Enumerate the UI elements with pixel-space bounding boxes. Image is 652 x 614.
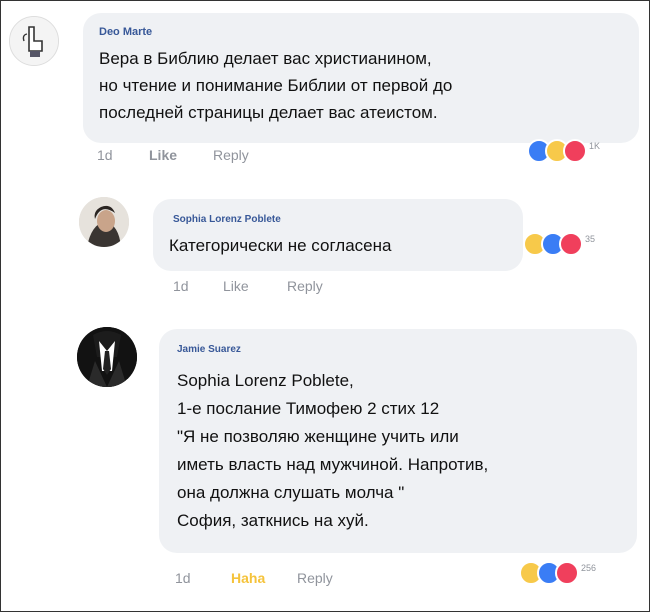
avatar[interactable]: [9, 16, 59, 66]
comment-author[interactable]: Jamie Suarez: [177, 344, 241, 355]
comment-time[interactable]: 1d: [175, 570, 191, 586]
reaction-count: 256: [581, 563, 597, 573]
comment-time[interactable]: 1d: [97, 147, 113, 163]
comment-time[interactable]: 1d: [173, 278, 189, 294]
love-reaction-icon: [555, 561, 579, 585]
like-button[interactable]: Like: [223, 278, 249, 294]
reply-button[interactable]: Reply: [297, 570, 333, 586]
reaction-count: 1K: [589, 141, 601, 151]
avatar[interactable]: [77, 327, 137, 387]
like-button[interactable]: Like: [149, 147, 177, 163]
suit-tie-avatar-icon: [77, 327, 137, 387]
comment-text: Sophia Lorenz Poblete, 1-е послание Тимо…: [177, 371, 489, 530]
haha-button[interactable]: Haha: [231, 570, 265, 586]
reaction-count: 35: [585, 234, 596, 244]
raised-hand-avatar-icon: [10, 17, 58, 65]
love-reaction-icon: [559, 232, 583, 256]
comment-author[interactable]: Deo Marte: [99, 26, 152, 38]
comment-text: Вера в Библию делает вас христианином, н…: [99, 49, 453, 122]
comment-text: Категорически не согласена: [169, 236, 392, 255]
profile-photo-icon: [79, 197, 129, 247]
reply-button[interactable]: Reply: [213, 147, 249, 163]
comment-thread: Deo Marte Вера в Библию делает вас христ…: [0, 0, 650, 612]
comment-author[interactable]: Sophia Lorenz Poblete: [173, 214, 281, 225]
reply-button[interactable]: Reply: [287, 278, 323, 294]
avatar[interactable]: [79, 197, 129, 247]
love-reaction-icon: [563, 139, 587, 163]
